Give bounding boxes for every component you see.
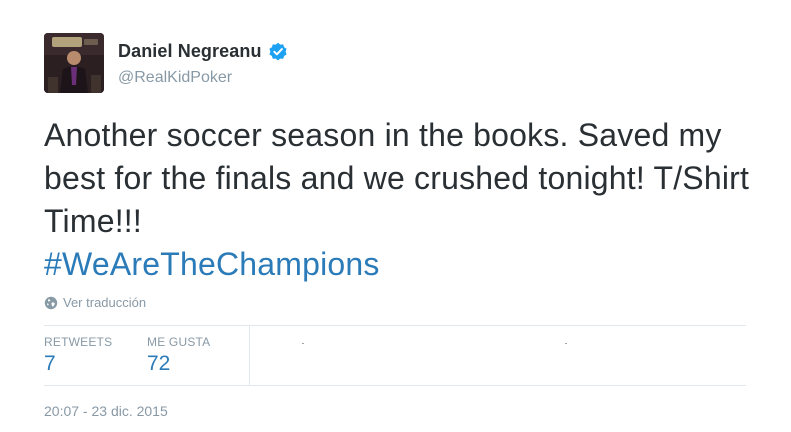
- globe-icon: [44, 296, 58, 310]
- user-handle[interactable]: @RealKidPoker: [118, 69, 232, 87]
- liker-avatar-placeholder: [302, 343, 304, 344]
- tweet-text: Another soccer season in the books. Save…: [44, 114, 754, 286]
- translate-label: Ver traducción: [63, 295, 147, 310]
- retweets-count: 7: [44, 352, 56, 375]
- stats-divider: [249, 326, 250, 385]
- likes-stat[interactable]: ME GUSTA 72: [147, 335, 210, 376]
- verified-badge-icon: [268, 42, 288, 62]
- display-name[interactable]: Daniel Negreanu: [118, 41, 262, 62]
- likes-label: ME GUSTA: [147, 335, 211, 349]
- retweets-label: RETWEETS: [44, 335, 113, 349]
- tweet-body: Another soccer season in the books. Save…: [44, 117, 750, 239]
- tweet-card: Daniel Negreanu @RealKidPoker Another so…: [0, 0, 791, 432]
- likes-count: 72: [147, 352, 171, 375]
- tweet-stats: RETWEETS 7 ME GUSTA 72: [44, 325, 746, 386]
- hashtag-link[interactable]: #WeAreTheChampions: [44, 246, 380, 282]
- user-name-row: Daniel Negreanu: [118, 41, 288, 62]
- translate-link[interactable]: Ver traducción: [44, 295, 146, 310]
- liker-avatar-placeholder: [565, 343, 567, 344]
- tweet-timestamp[interactable]: 20:07 - 23 dic. 2015: [44, 403, 168, 419]
- retweets-stat[interactable]: RETWEETS 7: [44, 335, 112, 376]
- avatar[interactable]: [44, 33, 104, 93]
